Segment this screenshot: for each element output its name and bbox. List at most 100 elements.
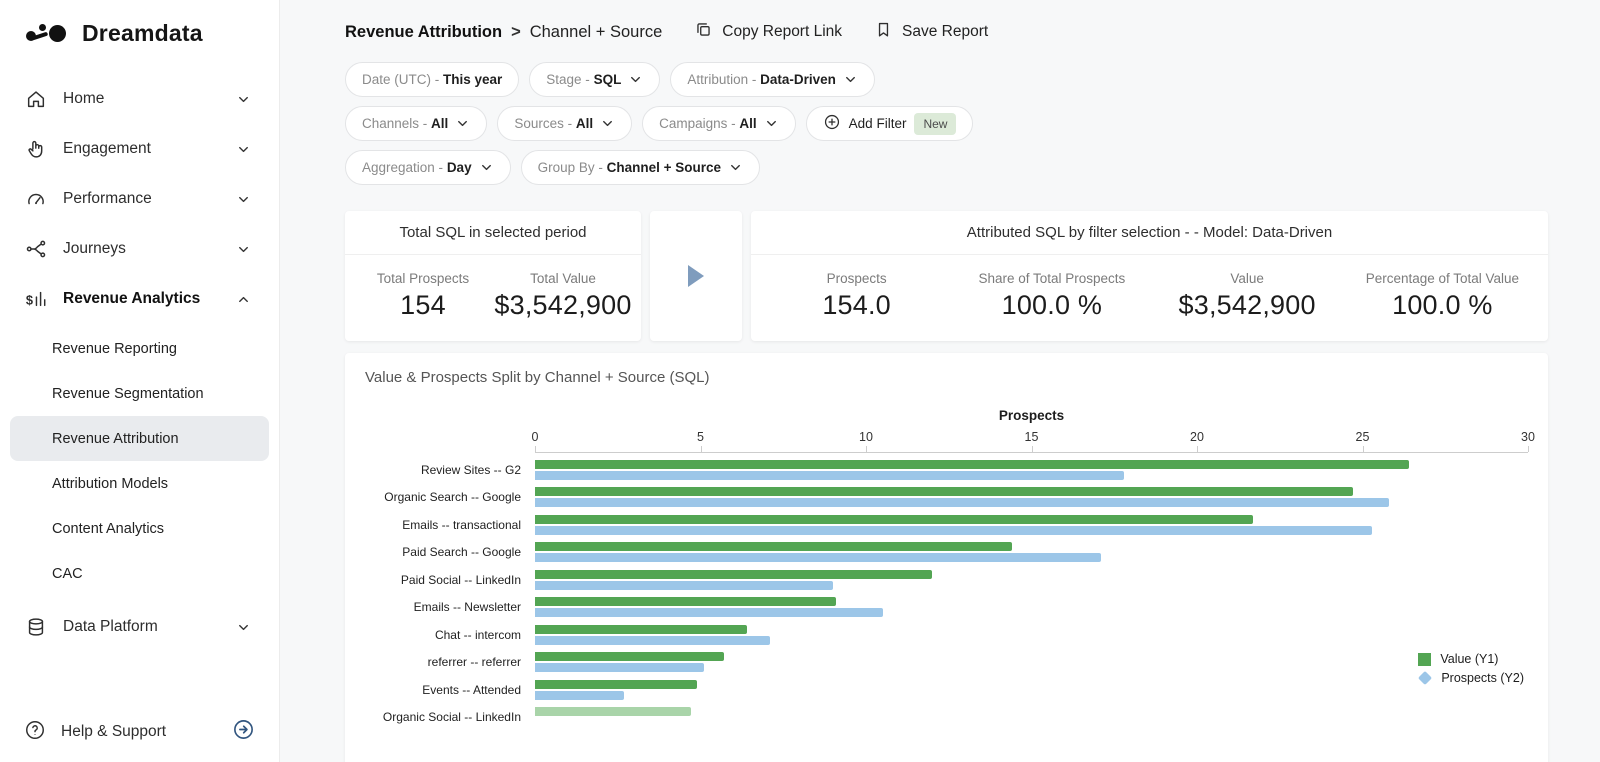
performance-icon <box>24 187 48 211</box>
breadcrumb-current: Channel + Source <box>530 23 663 42</box>
chevron-down-icon <box>728 160 743 175</box>
legend-item-value-y1: Value (Y1) <box>1418 652 1524 666</box>
filter-label: Date (UTC) - This year <box>362 72 502 87</box>
sidebar-item-performance[interactable]: Performance <box>0 174 279 224</box>
filter-pill-date-utc[interactable]: Date (UTC) - This year <box>345 62 519 97</box>
prospects-bar <box>535 471 1124 480</box>
filter-pill-attribution[interactable]: Attribution - Data-Driven <box>670 62 875 97</box>
arrow-right-circle-icon[interactable] <box>232 718 255 746</box>
help-icon <box>24 719 46 746</box>
category-label: Review Sites -- G2 <box>365 463 535 477</box>
bar-group <box>535 680 1528 700</box>
prospects-bar <box>535 526 1372 535</box>
revenue-analytics-submenu: Revenue ReportingRevenue SegmentationRev… <box>0 326 279 596</box>
filter-value: All <box>739 116 756 131</box>
prospects-bar <box>535 498 1389 507</box>
play-arrow-icon[interactable] <box>688 265 704 287</box>
metric-label: Total Value <box>493 271 633 286</box>
chevron-down-icon <box>455 116 470 131</box>
chevron-down-icon <box>231 237 255 261</box>
sidebar-item-engagement[interactable]: Engagement <box>0 124 279 174</box>
bar-group <box>535 515 1528 535</box>
metric-value: 100.0 % <box>954 290 1149 321</box>
axis-tick-label: 15 <box>1025 430 1039 444</box>
dreamdata-logo: Dreamdata <box>0 18 279 48</box>
chart-row-emails-newsletter: Emails -- Newsletter <box>365 594 1528 622</box>
save-report-button[interactable]: Save Report <box>874 20 988 44</box>
sidebar-item-journeys[interactable]: Journeys <box>0 224 279 274</box>
chevron-up-icon <box>231 287 255 311</box>
filter-label: Sources - All <box>514 116 593 131</box>
sidebar-item-revenue-segmentation[interactable]: Revenue Segmentation <box>0 371 279 416</box>
filter-value: This year <box>443 72 502 87</box>
bar-group <box>535 707 1528 727</box>
revenue-icon: $ <box>24 287 48 311</box>
breadcrumb-separator: > <box>511 23 521 42</box>
filter-pill-campaigns[interactable]: Campaigns - All <box>642 106 796 141</box>
value-bar <box>535 597 836 606</box>
filter-pill-stage[interactable]: Stage - SQL <box>529 62 660 97</box>
chevron-down-icon <box>231 87 255 111</box>
axis-title: Prospects <box>535 408 1528 423</box>
chevron-down-icon <box>843 72 858 87</box>
value-bar <box>535 460 1409 469</box>
save-report-label: Save Report <box>902 23 988 41</box>
sidebar-item-label: Home <box>63 90 104 108</box>
sidebar-item-content-analytics[interactable]: Content Analytics <box>0 506 279 551</box>
filter-label: Stage - SQL <box>546 72 621 87</box>
legend-label: Value (Y1) <box>1440 652 1498 666</box>
sidebar-item-label: Revenue Analytics <box>63 290 200 308</box>
prospects-bar <box>535 691 624 700</box>
database-icon <box>24 615 48 639</box>
home-icon <box>24 87 48 111</box>
summary-cards: Total SQL in selected period Total Prosp… <box>345 211 1548 341</box>
sidebar-item-home[interactable]: Home <box>0 74 279 124</box>
value-bar <box>535 515 1253 524</box>
axis-tick-label: 25 <box>1356 430 1370 444</box>
prospects-bar <box>535 663 704 672</box>
sidebar-item-revenue-attribution[interactable]: Revenue Attribution <box>10 416 269 461</box>
axis-line <box>535 447 1528 453</box>
sidebar-item-attribution-models[interactable]: Attribution Models <box>0 461 279 506</box>
value-bar <box>535 570 932 579</box>
metric-label: Total Prospects <box>353 271 493 286</box>
filter-pill-group-by[interactable]: Group By - Channel + Source <box>521 150 760 185</box>
add-filter-label: Add Filter <box>849 116 907 131</box>
sidebar-item-revenue-analytics[interactable]: $ Revenue Analytics <box>0 274 279 324</box>
chart-row-events-attended: Events -- Attended <box>365 676 1528 704</box>
chart-legend: Value (Y1) Prospects (Y2) <box>1418 647 1524 690</box>
filter-label: Channels - All <box>362 116 448 131</box>
chevron-down-icon <box>628 72 643 87</box>
bar-group <box>535 487 1528 507</box>
total-sql-card: Total SQL in selected period Total Prosp… <box>345 211 641 341</box>
axis-tick-label: 5 <box>697 430 704 444</box>
bar-group <box>535 542 1528 562</box>
prospects-bar <box>535 553 1101 562</box>
sidebar: Dreamdata Home EngagementPerformanceJourn… <box>0 0 280 762</box>
filter-value: Channel + Source <box>607 160 721 175</box>
filter-value: Day <box>447 160 472 175</box>
chart-top-axis: Prospects 051015202530 <box>535 408 1528 453</box>
sidebar-item-help-support[interactable]: Help & Support <box>0 702 279 762</box>
category-label: Chat -- intercom <box>365 628 535 642</box>
metric-total-value: Total Value$3,542,900 <box>493 271 633 321</box>
category-label: Emails -- Newsletter <box>365 600 535 614</box>
copy-report-link-button[interactable]: Copy Report Link <box>694 20 842 44</box>
category-label: Paid Social -- LinkedIn <box>365 573 535 587</box>
legend-label: Prospects (Y2) <box>1441 671 1524 685</box>
sidebar-item-cac[interactable]: CAC <box>0 551 279 596</box>
sidebar-item-revenue-reporting[interactable]: Revenue Reporting <box>0 326 279 371</box>
breadcrumb: Revenue Attribution > Channel + Source <box>345 23 662 42</box>
new-badge: New <box>914 113 956 135</box>
filter-pill-channels[interactable]: Channels - All <box>345 106 487 141</box>
filter-pill-sources[interactable]: Sources - All <box>497 106 632 141</box>
breadcrumb-root[interactable]: Revenue Attribution <box>345 23 502 42</box>
filter-value: All <box>576 116 593 131</box>
chart-row-organic-search-google: Organic Search -- Google <box>365 484 1528 512</box>
filter-pill-aggregation[interactable]: Aggregation - Day <box>345 150 511 185</box>
plus-circle-icon <box>823 113 841 134</box>
sidebar-item-data-platform[interactable]: Data Platform <box>0 602 279 652</box>
filter-row-2: Channels - All Sources - All Campaigns - A… <box>345 106 1548 141</box>
filter-pill-add-filter[interactable]: Add Filter New <box>806 106 974 141</box>
attributed-sql-card: Attributed SQL by filter selection - - M… <box>751 211 1548 341</box>
